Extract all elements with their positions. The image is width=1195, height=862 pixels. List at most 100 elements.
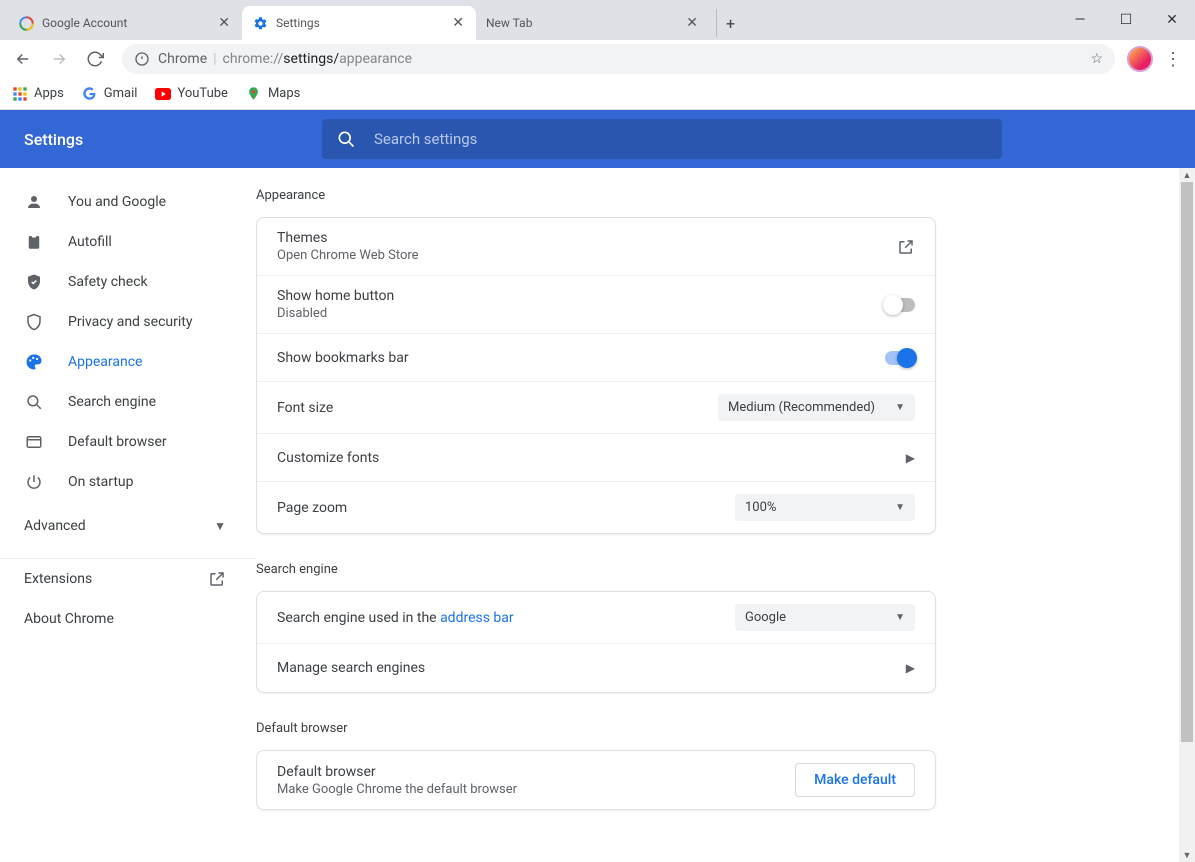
apps-grid-icon bbox=[12, 86, 28, 102]
scrollbar[interactable]: ▲ ▼ bbox=[1179, 168, 1195, 862]
search-icon bbox=[336, 129, 356, 149]
maximize-button[interactable]: ☐ bbox=[1103, 0, 1149, 40]
sidebar-about-link[interactable]: About Chrome bbox=[0, 599, 256, 639]
bookmark-label: Apps bbox=[34, 86, 64, 101]
url-separator: | bbox=[213, 51, 216, 67]
customize-fonts-row[interactable]: Customize fonts ▶ bbox=[257, 434, 935, 482]
tab-google-account[interactable]: Google Account ✕ bbox=[8, 6, 242, 40]
sidebar-label: Default browser bbox=[68, 434, 167, 450]
close-icon[interactable]: ✕ bbox=[450, 13, 466, 33]
sidebar-item-safety-check[interactable]: Safety check bbox=[0, 262, 244, 302]
sidebar-item-on-startup[interactable]: On startup bbox=[0, 462, 244, 502]
search-settings-input[interactable]: Search settings bbox=[322, 119, 1002, 159]
tab-label: New Tab bbox=[486, 16, 532, 30]
sidebar-label: Safety check bbox=[68, 274, 148, 290]
row-label: Font size bbox=[277, 400, 718, 416]
row-label: Show bookmarks bar bbox=[277, 350, 885, 366]
themes-row[interactable]: Themes Open Chrome Web Store bbox=[257, 218, 935, 276]
sidebar-item-default-browser[interactable]: Default browser bbox=[0, 422, 244, 462]
bookmarks-bar-toggle[interactable] bbox=[885, 351, 915, 365]
power-icon bbox=[24, 473, 44, 491]
url-proto: chrome:// bbox=[223, 51, 284, 67]
minimize-button[interactable]: — bbox=[1057, 0, 1103, 40]
font-size-dropdown[interactable]: Medium (Recommended) ▼ bbox=[718, 394, 915, 421]
bookmark-label: Maps bbox=[268, 86, 300, 101]
page-zoom-row: Page zoom 100% ▼ bbox=[257, 482, 935, 533]
show-home-button-row: Show home button Disabled bbox=[257, 276, 935, 334]
search-engine-dropdown[interactable]: Google ▼ bbox=[735, 604, 915, 631]
close-icon[interactable]: ✕ bbox=[216, 13, 232, 33]
window-controls: — ☐ ✕ bbox=[1057, 0, 1195, 40]
row-sublabel: Open Chrome Web Store bbox=[277, 248, 897, 263]
back-button[interactable] bbox=[8, 44, 38, 74]
apps-shortcut[interactable]: Apps bbox=[12, 86, 64, 102]
google-favicon-icon bbox=[18, 15, 34, 31]
forward-button[interactable] bbox=[44, 44, 74, 74]
sidebar-item-search-engine[interactable]: Search engine bbox=[0, 382, 244, 422]
sidebar-label: Appearance bbox=[68, 354, 142, 370]
settings-header: Settings Search settings bbox=[0, 110, 1195, 168]
shield-icon bbox=[24, 313, 44, 331]
section-title-default-browser: Default browser bbox=[256, 721, 936, 736]
clipboard-icon bbox=[24, 233, 44, 251]
chevron-down-icon: ▼ bbox=[895, 502, 905, 513]
shield-check-icon bbox=[24, 273, 44, 291]
address-bar-link[interactable]: address bar bbox=[440, 610, 514, 626]
maps-bookmark[interactable]: Maps bbox=[246, 86, 300, 102]
search-engine-row: Search engine used in the address bar Go… bbox=[257, 592, 935, 644]
dropdown-value: Medium (Recommended) bbox=[728, 400, 875, 415]
row-label: Manage search engines bbox=[277, 660, 906, 676]
chevron-right-icon: ▶ bbox=[906, 661, 915, 675]
sidebar-item-you-and-google[interactable]: You and Google bbox=[0, 182, 244, 222]
dropdown-value: 100% bbox=[745, 500, 776, 515]
sidebar-label: Search engine bbox=[68, 394, 156, 410]
sidebar-advanced-toggle[interactable]: Advanced ▼ bbox=[0, 502, 256, 550]
external-link-icon bbox=[208, 570, 226, 588]
sidebar-item-privacy[interactable]: Privacy and security bbox=[0, 302, 244, 342]
sidebar-label: Autofill bbox=[68, 234, 112, 250]
bookmarks-bar: Apps Gmail YouTube Maps bbox=[0, 78, 1195, 110]
chevron-down-icon: ▼ bbox=[895, 612, 905, 623]
tab-label: Settings bbox=[276, 16, 320, 30]
gear-icon bbox=[252, 15, 268, 31]
site-info-icon[interactable] bbox=[134, 51, 150, 67]
page-zoom-dropdown[interactable]: 100% ▼ bbox=[735, 494, 915, 521]
tab-new-tab[interactable]: New Tab ✕ bbox=[476, 6, 710, 40]
sidebar-extensions-link[interactable]: Extensions bbox=[0, 559, 256, 599]
scroll-down-arrow[interactable]: ▼ bbox=[1179, 848, 1195, 862]
sidebar-item-autofill[interactable]: Autofill bbox=[0, 222, 244, 262]
address-bar[interactable]: Chrome | chrome://settings/appearance ☆ bbox=[122, 44, 1115, 74]
sidebar-label: Extensions bbox=[24, 571, 92, 587]
manage-search-engines-row[interactable]: Manage search engines ▶ bbox=[257, 644, 935, 692]
row-sublabel: Make Google Chrome the default browser bbox=[277, 782, 795, 797]
new-tab-button[interactable]: + bbox=[716, 9, 744, 37]
row-label: Customize fonts bbox=[277, 450, 906, 466]
reload-button[interactable] bbox=[80, 44, 110, 74]
chevron-right-icon: ▶ bbox=[906, 451, 915, 465]
external-link-icon bbox=[897, 238, 915, 256]
close-window-button[interactable]: ✕ bbox=[1149, 0, 1195, 40]
row-label: Page zoom bbox=[277, 500, 735, 516]
sidebar-item-appearance[interactable]: Appearance bbox=[0, 342, 244, 382]
bookmark-label: Gmail bbox=[104, 86, 138, 101]
tab-settings[interactable]: Settings ✕ bbox=[242, 6, 476, 40]
menu-button[interactable]: ⋮ bbox=[1159, 49, 1187, 70]
home-button-toggle[interactable] bbox=[885, 298, 915, 312]
google-g-icon bbox=[82, 86, 98, 102]
browser-icon bbox=[24, 433, 44, 451]
palette-icon bbox=[24, 353, 44, 371]
youtube-bookmark[interactable]: YouTube bbox=[155, 86, 228, 102]
close-icon[interactable]: ✕ bbox=[684, 13, 700, 33]
search-engine-card: Search engine used in the address bar Go… bbox=[256, 591, 936, 693]
gmail-bookmark[interactable]: Gmail bbox=[82, 86, 138, 102]
profile-avatar[interactable] bbox=[1127, 46, 1153, 72]
bookmark-star-icon[interactable]: ☆ bbox=[1090, 51, 1103, 67]
scrollbar-thumb[interactable] bbox=[1181, 182, 1193, 742]
scroll-up-arrow[interactable]: ▲ bbox=[1179, 168, 1195, 182]
chevron-down-icon: ▼ bbox=[895, 402, 905, 413]
maps-icon bbox=[246, 86, 262, 102]
make-default-button[interactable]: Make default bbox=[795, 763, 915, 797]
row-label: Show home button bbox=[277, 288, 885, 304]
settings-main: You and Google Autofill Safety check Pri… bbox=[0, 168, 1195, 862]
row-label-prefix: Search engine used in the bbox=[277, 610, 440, 626]
